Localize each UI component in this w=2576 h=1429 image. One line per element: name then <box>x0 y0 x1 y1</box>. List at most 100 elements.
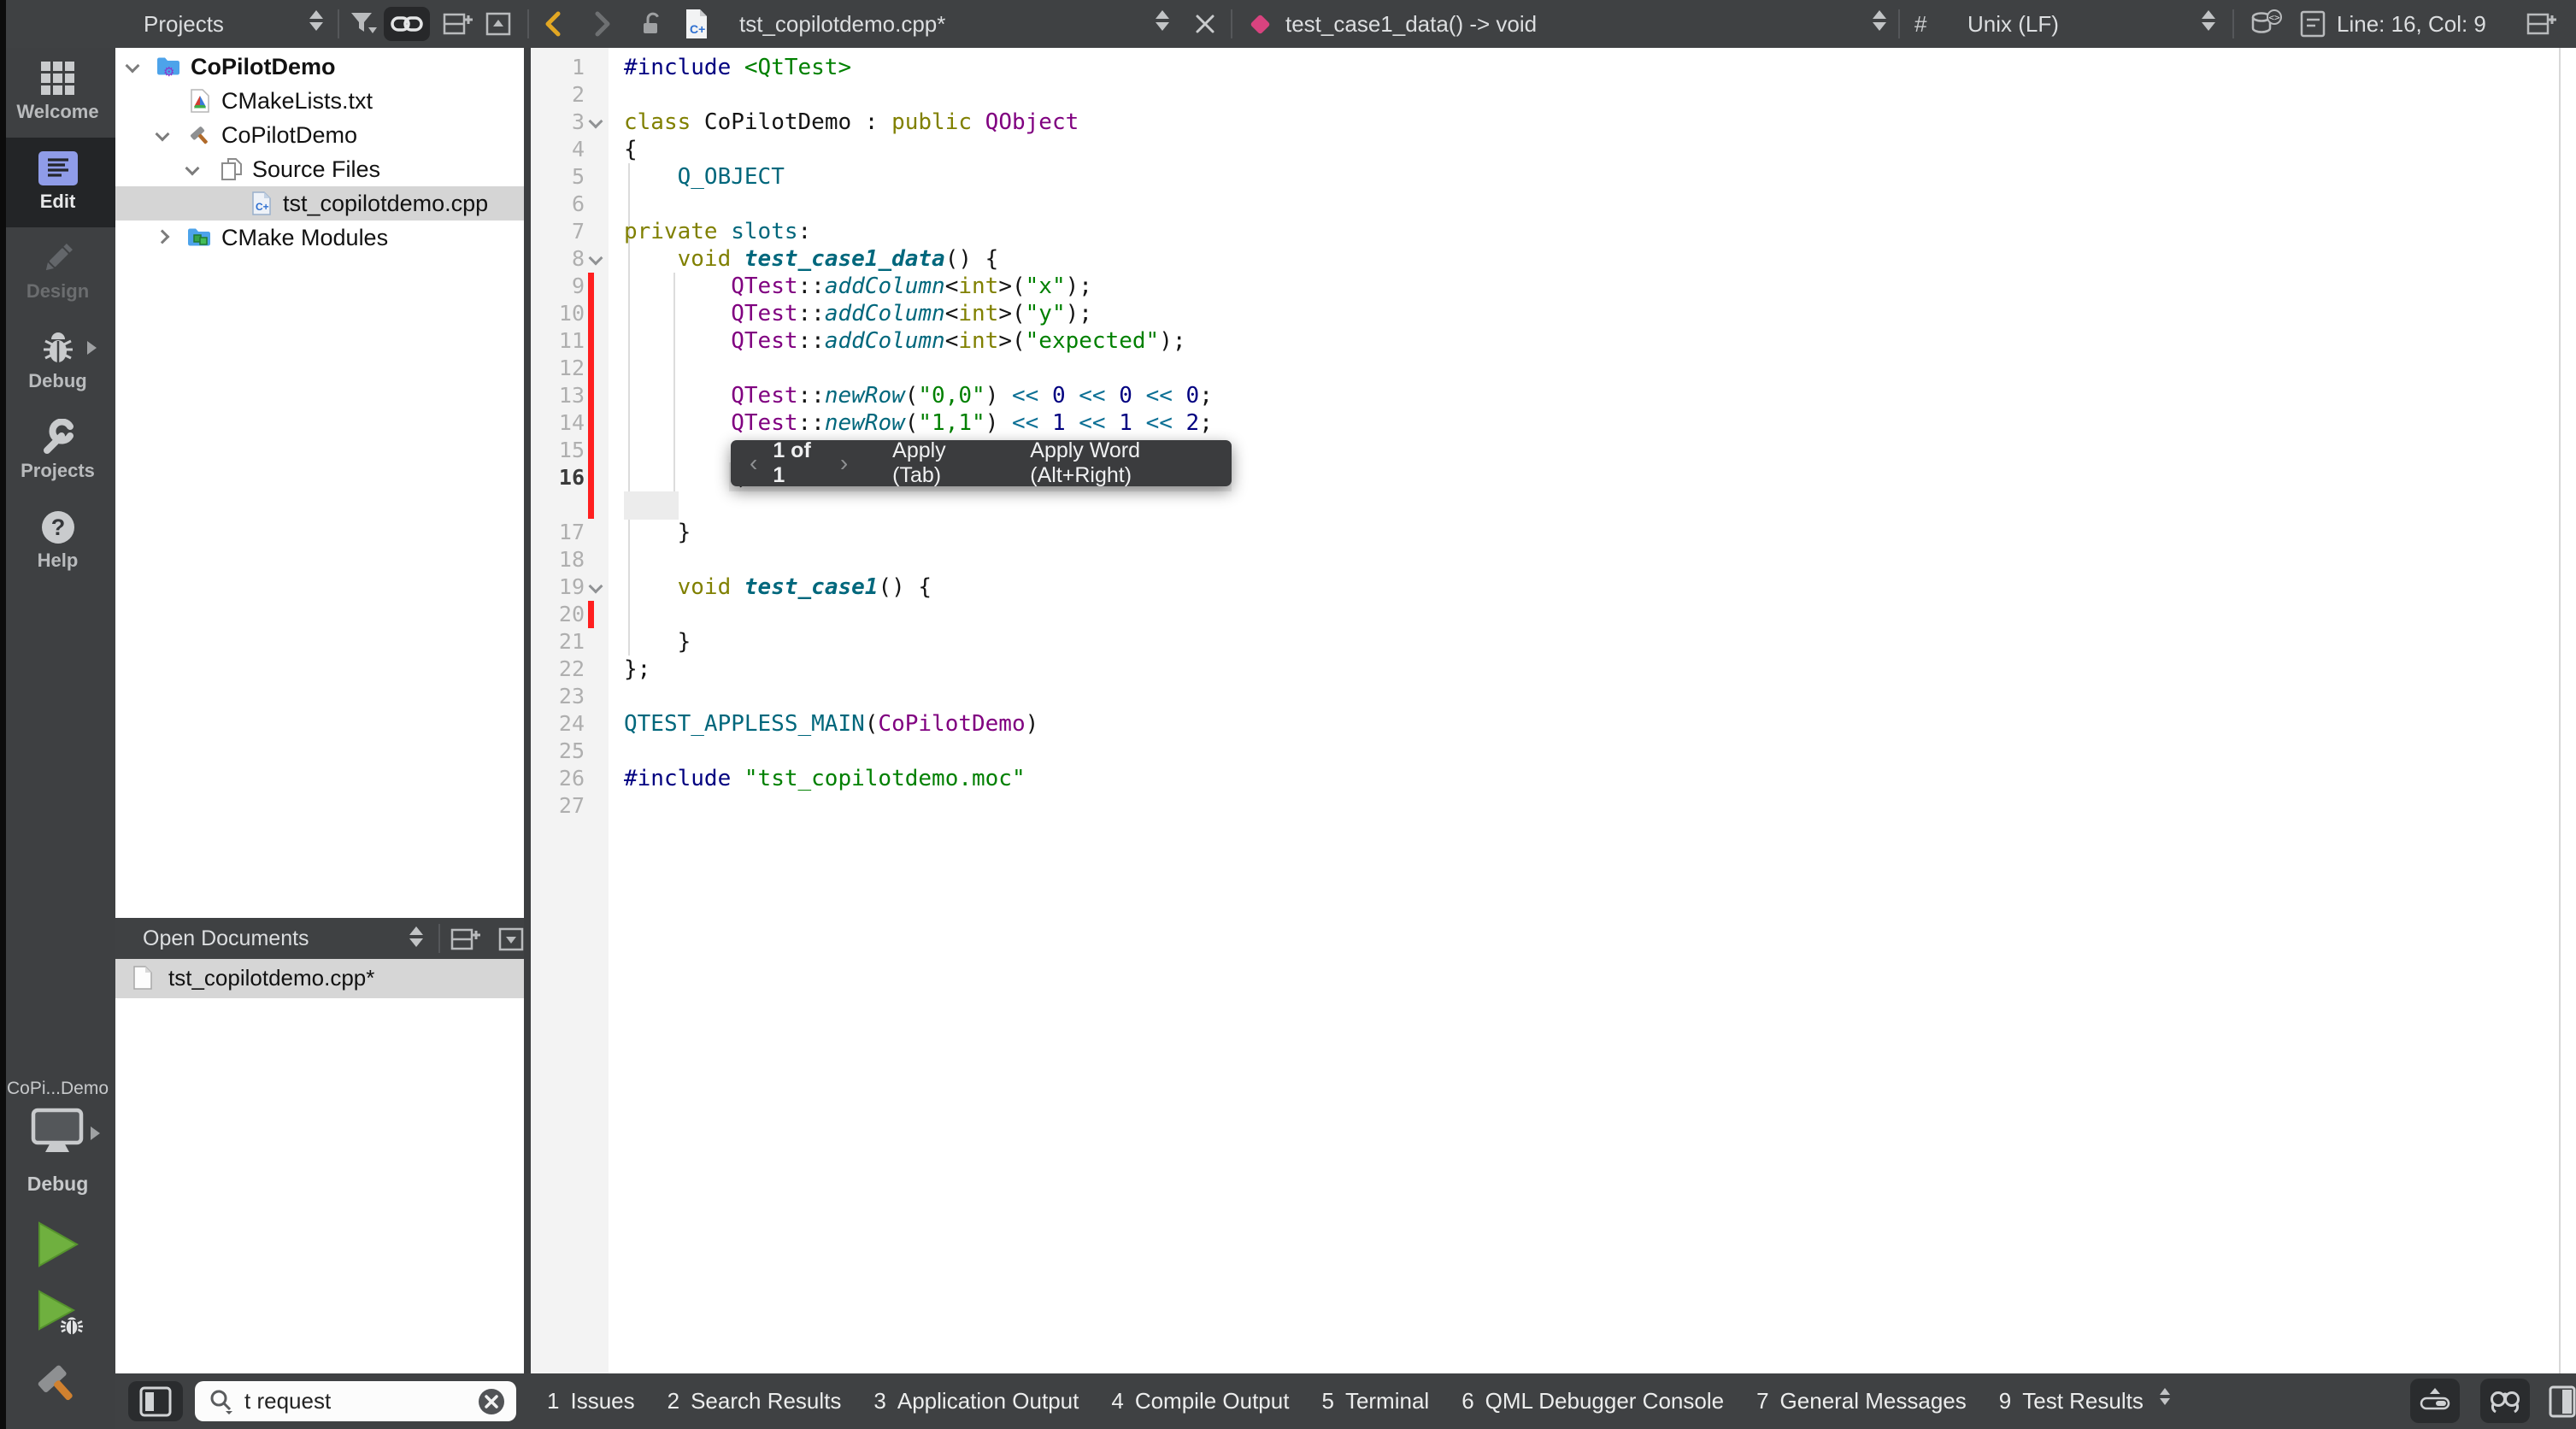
previous-suggestion-icon[interactable]: ‹ <box>750 450 757 477</box>
tree-row-copilotdemo-target[interactable]: CoPilotDemo <box>115 118 526 152</box>
close-panel-icon[interactable] <box>498 927 524 956</box>
debug-run-button[interactable] <box>36 1289 87 1344</box>
document-selector[interactable]: tst_copilotdemo.cpp* <box>739 11 945 38</box>
output-pane-qml-debugger-console[interactable]: 6QML Debugger Console <box>1461 1388 1724 1414</box>
mode-design[interactable]: Design <box>0 227 115 317</box>
wrench-icon <box>0 417 115 458</box>
apply-button[interactable]: Apply (Tab) <box>892 438 992 488</box>
code-line[interactable]: QTest::addColumn<int>("y"); <box>624 300 1092 327</box>
go-back-icon[interactable] <box>542 10 564 42</box>
search-results-goggles-button[interactable] <box>2480 1379 2530 1423</box>
code-line[interactable]: class CoPilotDemo : public QObject <box>624 109 1079 136</box>
next-suggestion-icon[interactable]: › <box>840 450 848 477</box>
code-line[interactable]: void test_case1_data() { <box>624 245 998 273</box>
line-ending-arrows-icon[interactable] <box>2202 10 2215 31</box>
run-button[interactable] <box>36 1220 80 1273</box>
code-line[interactable]: private slots: <box>624 218 811 245</box>
line-ending-selector[interactable]: Unix (LF) <box>1967 11 2059 38</box>
code-line[interactable]: void test_case1() { <box>624 573 932 601</box>
panel-splitter[interactable] <box>524 48 531 1373</box>
code-line[interactable]: QTEST_APPLESS_MAIN(CoPilotDemo) <box>624 710 1038 738</box>
line-number: 19 <box>531 573 585 601</box>
link-with-editor-button[interactable] <box>384 7 430 41</box>
line-number: 26 <box>531 765 585 792</box>
clear-search-icon[interactable] <box>477 1387 506 1416</box>
tree-row-cmakelists[interactable]: CMakeLists.txt <box>115 84 526 118</box>
tree-row-cmake-modules[interactable]: CMake Modules <box>115 221 526 255</box>
code-line[interactable]: { <box>624 136 638 163</box>
code-line[interactable]: } <box>624 519 691 546</box>
toggle-left-sidebar-button[interactable] <box>128 1381 183 1421</box>
code-line[interactable]: QTest::addColumn<int>("x"); <box>624 273 1092 300</box>
panel-selector[interactable]: Projects <box>144 11 224 38</box>
code-line[interactable]: Q_OBJECT <box>624 163 785 191</box>
code-line[interactable]: }; <box>624 656 650 683</box>
code-line[interactable]: } <box>624 628 691 656</box>
output-pane-application-output[interactable]: 3Application Output <box>873 1388 1079 1414</box>
symbol-selector[interactable]: test_case1_data() -> void <box>1285 11 1537 38</box>
tree-row-tst-copilotdemo-cpp[interactable]: C+ tst_copilotdemo.cpp <box>115 186 526 221</box>
mode-debug[interactable]: Debug <box>0 317 115 407</box>
tree-row-copilotdemo-root[interactable]: ⚙ CoPilotDemo <box>115 50 526 84</box>
panel-selector-arrows-icon[interactable] <box>309 10 323 31</box>
locator-search[interactable] <box>195 1381 516 1421</box>
pane-number: 6 <box>1461 1388 1473 1414</box>
pane-number: 9 <box>1999 1388 2011 1414</box>
split-panel-icon[interactable] <box>443 11 473 41</box>
code-line[interactable]: QTest::addColumn<int>("expected"); <box>624 327 1186 355</box>
code-line[interactable]: QTest::newRow("0,0") << 0 << 0 << 0; <box>624 382 1213 409</box>
mode-edit[interactable]: Edit <box>0 138 115 227</box>
kit-menu-arrow-icon[interactable] <box>91 1126 100 1140</box>
chevron-down-icon[interactable] <box>126 59 140 74</box>
unlock-icon <box>639 11 665 41</box>
code-editor[interactable]: 1234567891011121314151617181920212223242… <box>531 48 2576 1373</box>
divider <box>1898 9 1900 38</box>
tree-row-source-files[interactable]: Source Files <box>115 152 526 186</box>
output-pane-issues[interactable]: 1Issues <box>547 1388 635 1414</box>
run-play-icon <box>36 1220 80 1268</box>
apply-word-button[interactable]: Apply Word (Alt+Right) <box>1030 438 1232 488</box>
mode-welcome[interactable]: Welcome <box>0 48 115 138</box>
code-line[interactable]: Q <box>624 464 744 491</box>
panel-selector-arrows-icon[interactable] <box>409 926 423 947</box>
output-pane-compile-output[interactable]: 4Compile Output <box>1111 1388 1289 1414</box>
output-pane-general-messages[interactable]: 7General Messages <box>1756 1388 1967 1414</box>
line-number: 6 <box>531 191 585 218</box>
code-model-icon[interactable]: <> <box>2250 9 2282 43</box>
debug-menu-arrow-icon[interactable] <box>87 341 97 355</box>
chain-link-icon <box>391 14 423 34</box>
output-pane-search-results[interactable]: 2Search Results <box>668 1388 842 1414</box>
kit-selector-button[interactable] <box>29 1108 85 1161</box>
code-line[interactable]: QTest::newRow("1,1") << 1 << 1 << 2; <box>624 409 1213 437</box>
pane-overflow-arrows-icon[interactable] <box>2160 1388 2170 1405</box>
line-number: 12 <box>531 355 585 382</box>
code-line[interactable]: #include <QtTest> <box>624 54 851 81</box>
go-forward-icon[interactable] <box>591 10 614 42</box>
open-document-item[interactable]: tst_copilotdemo.cpp* <box>115 959 526 998</box>
chevron-down-icon[interactable] <box>185 162 200 176</box>
split-panel-icon[interactable] <box>450 926 481 956</box>
grid-icon <box>0 58 115 99</box>
pane-label: Application Output <box>897 1388 1079 1414</box>
search-input[interactable] <box>243 1387 451 1415</box>
build-button[interactable] <box>32 1357 85 1414</box>
toggle-right-sidebar-button[interactable] <box>2549 1385 2576 1422</box>
scrollbar-track[interactable] <box>2559 48 2561 1373</box>
code-line[interactable]: #include "tst_copilotdemo.moc" <box>624 765 1026 792</box>
output-pane-terminal[interactable]: 5Terminal <box>1321 1388 1429 1414</box>
output-pane-test-results[interactable]: 9Test Results <box>1999 1388 2144 1414</box>
mode-help[interactable]: ? Help <box>0 497 115 586</box>
mode-projects[interactable]: Projects <box>0 407 115 497</box>
chevron-right-icon[interactable] <box>156 230 170 244</box>
source-files-icon <box>220 157 244 181</box>
chevron-down-icon[interactable] <box>156 127 170 142</box>
maximize-output-pane-button[interactable] <box>2410 1379 2460 1423</box>
filter-icon[interactable] <box>349 10 378 42</box>
symbol-selector-arrows-icon[interactable] <box>1873 10 1886 31</box>
close-document-icon[interactable] <box>1193 12 1217 40</box>
split-editor-icon[interactable] <box>2526 11 2557 41</box>
document-outline-icon[interactable] <box>2299 10 2326 42</box>
annotation-hash-button[interactable]: # <box>1914 11 1926 38</box>
close-panel-icon[interactable] <box>485 12 511 40</box>
document-selector-arrows-icon[interactable] <box>1156 10 1169 31</box>
